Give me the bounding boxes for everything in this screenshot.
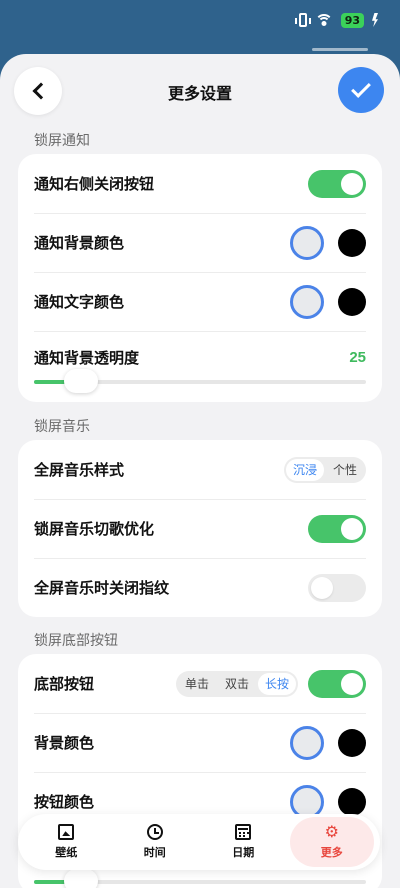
status-bar: 93 [0, 0, 400, 40]
opacity-label: 通知背景透明度 [34, 350, 140, 367]
bg-color-label: 通知背景颜色 [34, 235, 125, 252]
section-title-music: 锁屏音乐 [34, 418, 90, 434]
dark-color-swatch[interactable] [338, 287, 366, 316]
segment-single-tap[interactable]: 单击 [178, 673, 216, 695]
notification-card: 通知右侧关闭按钮 通知背景颜色 通知文字颜色 通知背景透明度 25 [18, 154, 382, 402]
segment-immersive[interactable]: 沉浸 [285, 458, 324, 481]
bg-color-label-2: 背景颜色 [34, 735, 95, 752]
dark-color-swatch[interactable] [338, 728, 366, 757]
text-color-label: 通知文字颜色 [34, 294, 125, 311]
slider-thumb[interactable] [64, 369, 98, 393]
bottom-button-segmented: 单击 双击 长按 [175, 670, 298, 697]
light-color-swatch[interactable] [290, 725, 324, 760]
light-color-swatch[interactable] [290, 284, 324, 319]
confirm-button[interactable] [338, 67, 384, 113]
close-button-toggle[interactable] [308, 169, 366, 198]
bottom-nav: 壁纸 时间 日期 ⚙ 更多 [18, 814, 380, 870]
music-skip-toggle[interactable] [308, 514, 366, 543]
section-title-notification: 锁屏通知 [34, 132, 90, 148]
row-music-style: 全屏音乐样式 沉浸 个性 [18, 440, 382, 499]
opacity-slider[interactable] [34, 369, 366, 393]
row-bg-color-2: 背景颜色 [18, 713, 382, 772]
music-skip-label: 锁屏音乐切歌优化 [34, 521, 155, 538]
segment-double-tap[interactable]: 双击 [218, 673, 256, 695]
nav-item-more[interactable]: ⚙ 更多 [289, 817, 374, 867]
nav-item-wallpaper[interactable]: 壁纸 [24, 817, 108, 867]
vibrate-icon [294, 13, 311, 27]
check-icon [351, 78, 371, 98]
close-button-label: 通知右侧关闭按钮 [34, 176, 155, 193]
nav-label: 时间 [143, 847, 166, 859]
segment-long-press[interactable]: 长按 [257, 672, 296, 695]
calendar-icon [235, 824, 252, 840]
wallpaper-icon [58, 824, 75, 840]
fingerprint-label: 全屏音乐时关闭指纹 [34, 580, 170, 597]
nav-label: 壁纸 [55, 847, 78, 859]
row-bottom-button: 底部按钮 单击 双击 长按 [18, 654, 382, 713]
bottom-button-label: 底部按钮 [34, 676, 95, 693]
segment-personal[interactable]: 个性 [326, 459, 364, 481]
row-music-skip: 锁屏音乐切歌优化 [18, 499, 382, 558]
slider-thumb[interactable] [64, 869, 98, 888]
bottom-slider[interactable] [34, 869, 366, 888]
wifi-icon [314, 14, 333, 26]
row-fingerprint: 全屏音乐时关闭指纹 [18, 558, 382, 617]
clock-icon [146, 824, 163, 840]
settings-sheet: 更多设置 锁屏通知 通知右侧关闭按钮 通知背景颜色 通知文字颜色 通知背景透明度… [0, 54, 400, 888]
bottom-button-toggle[interactable] [308, 669, 366, 698]
sheet-handle[interactable] [312, 48, 368, 51]
row-text-color: 通知文字颜色 [18, 272, 382, 331]
btn-color-label: 按钮颜色 [34, 794, 95, 811]
dark-color-swatch[interactable] [338, 228, 366, 257]
nav-label: 更多 [320, 847, 343, 859]
gear-icon: ⚙ [324, 822, 339, 841]
nav-item-time[interactable]: 时间 [113, 817, 197, 867]
opacity-value: 25 [349, 349, 366, 366]
light-color-swatch[interactable] [290, 225, 324, 260]
dark-color-swatch[interactable] [338, 787, 366, 816]
fingerprint-toggle[interactable] [308, 573, 366, 602]
music-card: 全屏音乐样式 沉浸 个性 锁屏音乐切歌优化 全屏音乐时关闭指纹 [18, 440, 382, 617]
row-close-button: 通知右侧关闭按钮 [18, 154, 382, 213]
nav-label: 日期 [232, 847, 255, 859]
music-style-label: 全屏音乐样式 [34, 462, 125, 479]
section-title-bottom-button: 锁屏底部按钮 [34, 632, 118, 648]
music-style-segmented: 沉浸 个性 [283, 456, 366, 483]
nav-item-date[interactable]: 日期 [201, 817, 285, 867]
battery-level: 93 [340, 12, 364, 28]
charging-icon [372, 13, 378, 27]
row-bg-color: 通知背景颜色 [18, 213, 382, 272]
header: 更多设置 [0, 54, 400, 126]
divider [34, 331, 366, 332]
